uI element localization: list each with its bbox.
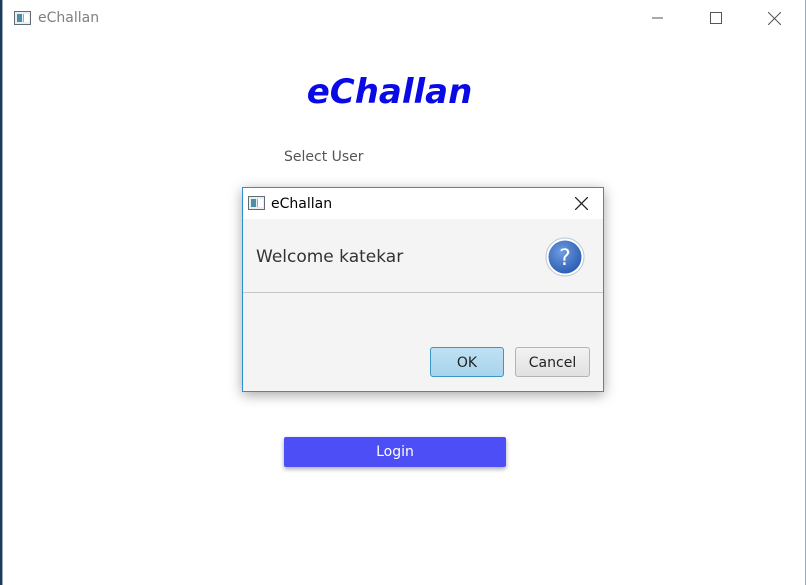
- maximize-button[interactable]: [693, 0, 739, 36]
- cancel-button[interactable]: Cancel: [515, 347, 590, 377]
- welcome-dialog: eChallan Welcome katekar ? OK Cancel: [242, 187, 604, 392]
- close-button[interactable]: [751, 0, 797, 36]
- svg-text:?: ?: [559, 246, 571, 271]
- window-titlebar[interactable]: eChallan: [3, 0, 805, 36]
- window-title: eChallan: [38, 10, 100, 26]
- dialog-separator: [243, 292, 603, 293]
- dialog-message: Welcome katekar: [256, 247, 404, 267]
- ok-button[interactable]: OK: [430, 347, 504, 377]
- close-icon: [575, 197, 588, 210]
- dialog-close-button[interactable]: [559, 188, 603, 219]
- dialog-app-icon: [248, 196, 265, 210]
- app-icon: [14, 11, 31, 25]
- login-button[interactable]: Login: [284, 437, 506, 467]
- maximize-icon: [710, 12, 722, 24]
- dialog-title: eChallan: [271, 196, 333, 212]
- app-heading: eChallan: [306, 72, 473, 112]
- question-icon: ?: [545, 237, 585, 277]
- select-user-label: Select User: [284, 149, 364, 165]
- minimize-button[interactable]: [635, 0, 681, 36]
- dialog-titlebar[interactable]: eChallan: [243, 188, 603, 219]
- minimize-icon: [652, 17, 663, 19]
- close-icon: [768, 12, 781, 25]
